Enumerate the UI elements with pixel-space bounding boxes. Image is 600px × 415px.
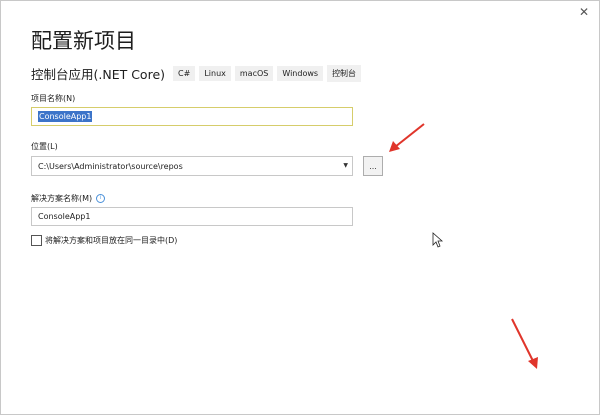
red-arrow-icon (511, 318, 538, 369)
mouse-cursor-icon (432, 232, 444, 248)
configure-project-dialog: ✕ 配置新项目 控制台应用(.NET Core) C# Linux macOS … (0, 0, 600, 415)
red-arrow-icon (389, 123, 425, 152)
annotation-layer (389, 123, 538, 369)
